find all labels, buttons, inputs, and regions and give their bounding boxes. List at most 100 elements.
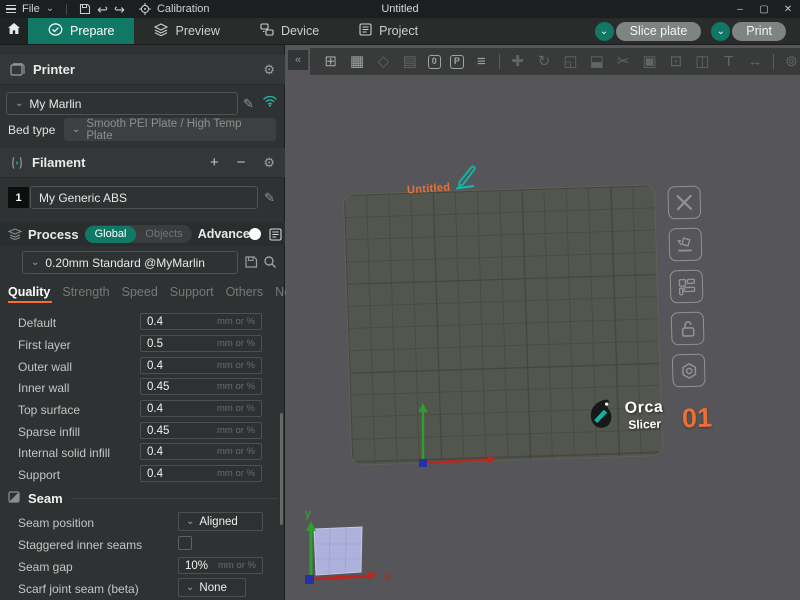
tab-device[interactable]: Device	[240, 18, 339, 44]
save-icon[interactable]	[79, 3, 91, 15]
mesh-boolean-icon[interactable]: ◫	[694, 54, 711, 69]
seam-position-select[interactable]: ⌄ Aligned	[178, 512, 263, 531]
merge-icon[interactable]: ⊡	[667, 54, 684, 69]
add-filament-button[interactable]: +	[210, 154, 219, 171]
chevron-down-icon: ⌄	[31, 257, 39, 268]
printer-section-header: Printer ⚙	[0, 55, 285, 85]
wifi-icon[interactable]	[262, 94, 278, 107]
process-preset-value: 0.20mm Standard @MyMarlin	[45, 256, 205, 270]
plate-buttons	[667, 186, 705, 388]
tab-strength[interactable]: Strength	[56, 285, 115, 303]
seam-gap-input[interactable]: 10%mm or %	[178, 557, 263, 574]
setting-input[interactable]: 0.45mm or %	[140, 422, 262, 439]
bed-type-value: Smooth PEI Plate / High Temp Plate	[86, 118, 268, 142]
split-to-parts-icon[interactable]: P	[450, 55, 464, 69]
chevron-down-icon: ⌄	[717, 26, 725, 37]
tab-prepare[interactable]: Prepare	[28, 18, 134, 44]
seam-gap-label: Seam gap	[18, 560, 73, 574]
scale-icon[interactable]: ◱	[562, 54, 579, 69]
seam-icon	[8, 491, 20, 506]
tab-quality[interactable]: Quality	[8, 285, 56, 303]
variable-layer-height-icon[interactable]: ≡	[473, 54, 490, 69]
tab-label: Prepare	[70, 24, 114, 38]
filament-gear-icon[interactable]: ⚙	[263, 155, 275, 171]
add-icon[interactable]: ⊞	[322, 54, 339, 69]
clone-icon[interactable]: ▣	[641, 54, 658, 69]
lock-plate-button[interactable]	[671, 312, 705, 346]
tab-preview[interactable]: Preview	[134, 18, 239, 44]
rotate-icon[interactable]: ↻	[535, 54, 552, 69]
slice-plate-button[interactable]: Slice plate	[616, 22, 702, 41]
save-preset-icon[interactable]	[244, 255, 258, 269]
tab-speed[interactable]: Speed	[116, 285, 164, 303]
scope-global-button[interactable]: Global	[85, 226, 137, 243]
text-icon[interactable]: T	[720, 54, 737, 69]
move-icon[interactable]: ✚	[509, 54, 526, 69]
setting-list-icon[interactable]	[269, 228, 282, 241]
tab-label: Device	[281, 24, 319, 38]
staggered-seams-checkbox[interactable]	[178, 536, 192, 550]
scope-objects-button[interactable]: Objects	[136, 227, 191, 241]
scarf-seam-value: None	[199, 582, 227, 594]
process-section-header: Process Global Objects Advanced	[0, 222, 285, 246]
plate-settings-button[interactable]	[672, 354, 706, 388]
setting-input[interactable]: 0.4mm or %	[140, 400, 262, 417]
bed-type-select[interactable]: ⌄ Smooth PEI Plate / High Temp Plate	[64, 118, 276, 141]
plate-name-edit-icon[interactable]	[449, 165, 483, 196]
printer-select[interactable]: ⌄ My Marlin	[6, 92, 238, 115]
print-button[interactable]: Print	[732, 22, 786, 41]
arrange-plate-button[interactable]	[670, 270, 704, 304]
menu-icon[interactable]	[6, 5, 16, 13]
undo-icon[interactable]: ↩	[97, 4, 108, 15]
delete-all-button[interactable]	[667, 186, 701, 220]
filament-slot-badge[interactable]: 1	[8, 187, 29, 208]
redo-icon[interactable]: ↪	[114, 4, 125, 15]
split-to-objects-icon[interactable]: 0	[428, 55, 442, 69]
tab-others[interactable]: Others	[220, 285, 270, 303]
print-split-button: ⌄ Print	[711, 22, 786, 41]
home-icon	[7, 22, 21, 40]
remove-filament-button[interactable]: −	[237, 154, 246, 171]
setting-input[interactable]: 0.4mm or %	[140, 357, 262, 374]
viewport-3d[interactable]: « ⊞▦◇▤0P≡✚↻◱⬓✂▣⊡◫T↔⊚ Untitled Orca Slice…	[286, 45, 800, 600]
close-button[interactable]: ✕	[776, 0, 800, 18]
measure-icon[interactable]: ↔	[746, 54, 763, 69]
setting-input[interactable]: 0.45mm or %	[140, 378, 262, 395]
process-preset-select[interactable]: ⌄ 0.20mm Standard @MyMarlin	[22, 251, 238, 274]
tab-support[interactable]: Support	[164, 285, 220, 303]
filament-select[interactable]: My Generic ABS	[30, 186, 258, 209]
mini-navigator[interactable]: y x	[292, 497, 402, 597]
tab-label: Preview	[175, 24, 219, 38]
setting-input[interactable]: 0.4mm or %	[140, 465, 262, 482]
filament-edit-icon[interactable]: ✎	[264, 190, 275, 206]
tab-project[interactable]: Project	[339, 18, 438, 44]
chevron-down-icon[interactable]: ⌄	[46, 4, 54, 14]
seam-position-label: Seam position	[18, 516, 94, 530]
printer-gear-icon[interactable]: ⚙	[263, 62, 275, 78]
auto-orient-button[interactable]	[668, 228, 702, 262]
calibration-icon[interactable]	[139, 3, 151, 15]
auto-orient-icon[interactable]: ◇	[375, 54, 392, 69]
home-button[interactable]	[0, 18, 28, 44]
calibration-menu[interactable]: Calibration	[157, 3, 210, 15]
file-menu[interactable]: File	[22, 3, 40, 15]
add-plate-icon[interactable]: ▦	[348, 54, 365, 69]
minimize-button[interactable]: –	[728, 0, 752, 18]
place-on-face-icon[interactable]: ⬓	[588, 54, 605, 69]
cut-icon[interactable]: ✂	[615, 54, 632, 69]
printer-edit-icon[interactable]: ✎	[243, 96, 254, 112]
arrange-icon[interactable]: ▤	[401, 54, 418, 69]
setting-input[interactable]: 0.4mm or %	[140, 313, 262, 330]
scarf-seam-select[interactable]: ⌄ None	[178, 578, 246, 597]
assembly-view-icon[interactable]: ⊚	[783, 54, 800, 69]
panel-scrollbar[interactable]	[280, 413, 283, 525]
collapse-sidebar-button[interactable]: «	[288, 50, 308, 70]
slice-options-button[interactable]: ⌄	[595, 22, 614, 41]
search-icon[interactable]	[263, 255, 277, 269]
setting-input[interactable]: 0.5mm or %	[140, 335, 262, 352]
printer-icon	[10, 63, 25, 77]
setting-label: Inner wall	[18, 381, 69, 395]
setting-input[interactable]: 0.4mm or %	[140, 443, 262, 460]
maximize-button[interactable]: ▢	[752, 0, 776, 18]
print-options-button[interactable]: ⌄	[711, 22, 730, 41]
